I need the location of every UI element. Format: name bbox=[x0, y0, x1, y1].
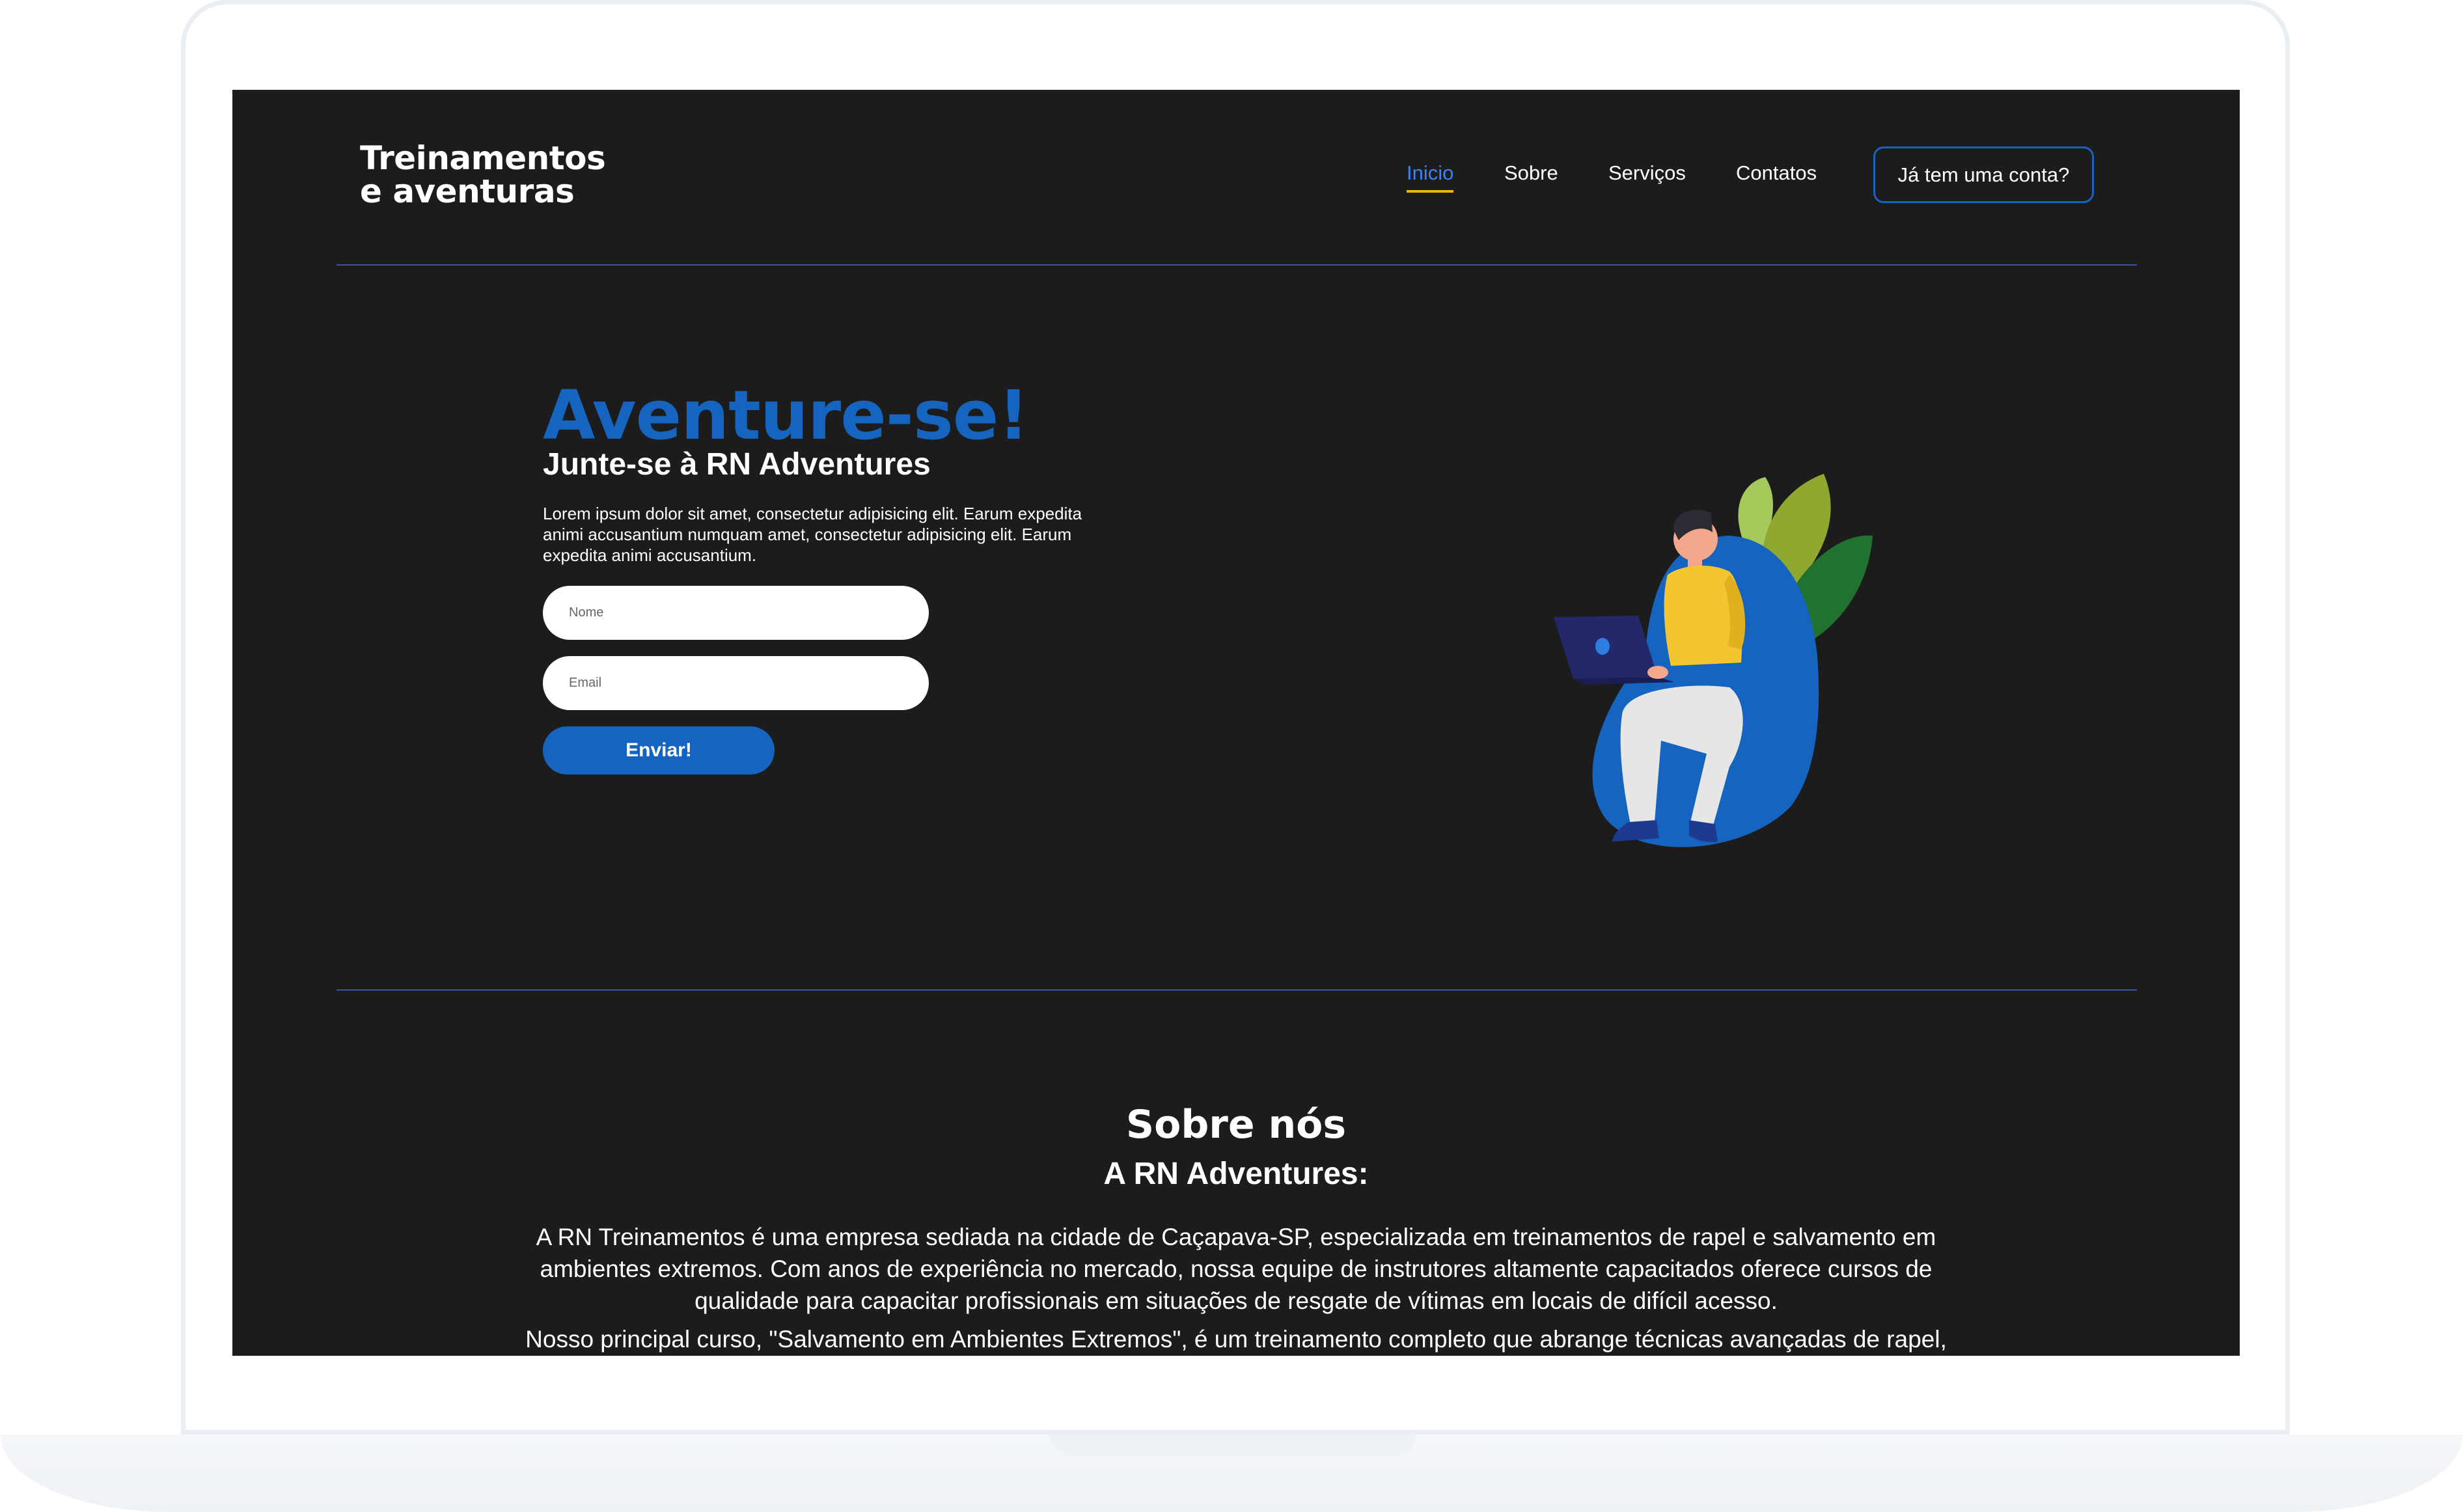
header-divider bbox=[337, 264, 2137, 266]
laptop-logo bbox=[1595, 638, 1610, 655]
nav-label-inicio: Inicio bbox=[1407, 161, 1454, 184]
about-paragraph-1: A RN Treinamentos é uma empresa sediada … bbox=[536, 1224, 1936, 1314]
about-paragraph-2: Nosso principal curso, "Salvamento em Am… bbox=[525, 1326, 1947, 1353]
person-hand bbox=[1647, 666, 1668, 679]
hero-title: Aventure-se! bbox=[543, 376, 1029, 455]
about-subtitle: A RN Adventures: bbox=[1103, 1157, 1369, 1191]
logo-line-1: Treinamentos bbox=[360, 139, 606, 177]
website-screen: Treinamentos e aventuras Inicio Sobre Se… bbox=[232, 90, 2240, 1356]
email-input[interactable] bbox=[543, 656, 929, 710]
name-input[interactable] bbox=[543, 586, 929, 640]
nav-item-sobre[interactable]: Sobre bbox=[1504, 161, 1558, 185]
hero-subtitle: Junte-se à RN Adventures bbox=[543, 447, 931, 482]
laptop-notch bbox=[1050, 1435, 1416, 1454]
login-button[interactable]: Já tem uma conta? bbox=[1873, 146, 2094, 203]
section-divider bbox=[337, 989, 2137, 991]
hero-description: Lorem ipsum dolor sit amet, consectetur … bbox=[543, 504, 1082, 565]
about-title: Sobre nós bbox=[1125, 1102, 1347, 1148]
nav-item-inicio[interactable]: Inicio bbox=[1407, 161, 1454, 193]
site-logo[interactable]: Treinamentos e aventuras bbox=[360, 139, 606, 210]
logo-line-2: e aventuras bbox=[360, 172, 575, 210]
person-with-laptop-illustration bbox=[1554, 474, 1873, 847]
nav-item-servicos[interactable]: Serviços bbox=[1608, 161, 1686, 185]
nav-item-contatos[interactable]: Contatos bbox=[1736, 161, 1817, 185]
submit-button[interactable]: Enviar! bbox=[543, 726, 775, 775]
active-nav-underline bbox=[1407, 190, 1454, 193]
